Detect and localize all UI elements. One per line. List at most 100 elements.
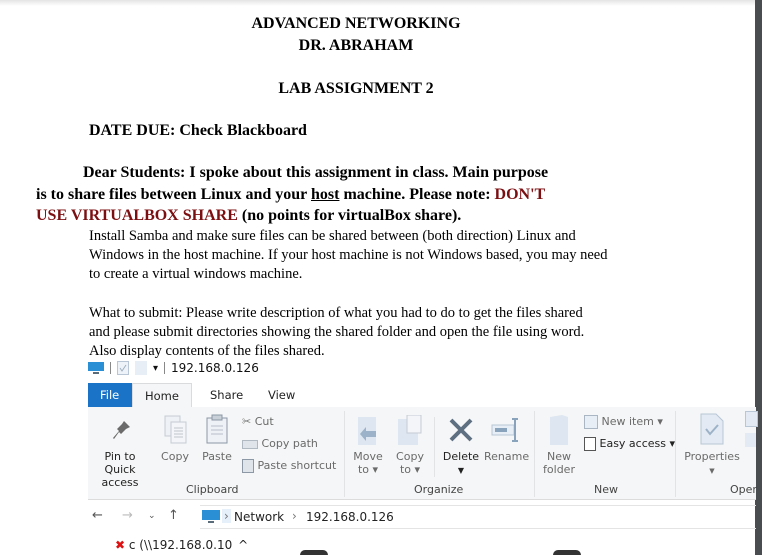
copy-path-icon [242,439,258,449]
paste-button[interactable]: Paste [198,450,236,463]
new-group-label: New [594,483,618,496]
group-divider [534,411,535,497]
breadcrumb-chevron-icon[interactable]: › [222,509,231,523]
ribbon-tabs: File Home Share View [88,383,756,409]
easy-access-icon [584,437,596,451]
intro-line-1: Dear Students: I spoke about this assign… [83,164,549,181]
breadcrumb-chevron-icon[interactable]: › [292,509,297,523]
button-label: Delete [442,450,480,463]
divider [164,362,166,374]
intro-line-3: USE VIRTUALBOX SHARE (no points for virt… [36,207,461,225]
button-label: Pin to Quick [104,450,136,476]
page-top-shadow [0,0,756,6]
disconnected-drive-icon: ✖ [115,538,126,552]
button-label: Cut [254,415,274,428]
properties-icon [700,413,724,445]
move-to-icon [358,417,376,445]
submit-line: and please submit directories showing th… [89,324,585,340]
new-item-button[interactable]: New item ▾ [584,415,663,429]
breadcrumb-host[interactable]: 192.168.0.126 [306,510,394,524]
delete-button[interactable]: Delete ▼ [438,450,484,477]
paste-shortcut-icon [242,459,254,473]
group-divider [675,411,676,497]
drive-icon[interactable] [300,550,328,555]
new-item-icon [584,415,598,429]
divider [110,362,111,374]
scissors-icon: ✂ [242,415,252,428]
dropdown-arrow-icon: ▼ [709,467,715,475]
button-label: New [547,450,571,463]
intro-text: is to share files between Linux and your [36,186,311,203]
viewer-scrollbar[interactable] [755,0,762,555]
assignment-title: LAB ASSIGNMENT 2 [278,80,434,97]
intro-text: machine. Please note: [339,186,495,203]
copy-to-icon [398,415,422,445]
cut-button[interactable]: ✂ Cut [242,415,274,428]
properties-button[interactable]: Properties ▼ [684,450,740,478]
new-folder-icon[interactable] [135,361,147,375]
instructor-name: DR. ABRAHAM [298,37,414,54]
button-label: Move [353,450,383,463]
quick-access-toolbar: ▾ 192.168.0.126 [88,360,259,376]
customize-toolbar-icon[interactable]: ▾ [153,363,158,374]
paste-shortcut-button[interactable]: Paste shortcut [242,459,336,473]
button-label: Paste shortcut [257,459,337,472]
instructions-line: to create a virtual windows machine. [89,266,303,282]
paste-icon [206,414,228,444]
submit-line: What to submit: Please write description… [89,305,583,321]
tab-view[interactable]: View [256,383,307,407]
intro-line-2: is to share files between Linux and your… [36,186,545,204]
new-folder-button[interactable]: New folder [540,450,578,476]
drive-icon[interactable] [553,550,581,555]
open-icon[interactable] [745,411,758,427]
pin-to-quick-access-button[interactable]: Pin to Quick access [88,450,152,489]
easy-access-button[interactable]: Easy access ▾ [584,437,675,451]
host-emphasis: host [311,186,340,203]
intro-text: (no points for virtualBox share). [237,207,462,224]
forward-arrow-icon[interactable]: → [122,508,133,523]
button-label: to ▾ [357,463,379,476]
new-folder-icon [550,415,568,445]
collapse-chevron-icon[interactable]: ^ [238,538,248,552]
rename-icon [491,418,518,442]
divider [434,417,435,477]
properties-check-icon[interactable] [117,361,129,375]
tab-file[interactable]: File [88,383,132,407]
window-title: 192.168.0.126 [171,361,259,375]
move-to-button[interactable]: Move to ▾ [350,450,386,476]
date-due: DATE DUE: Check Blackboard [89,122,307,139]
instructions-line: Windows in the host machine. If your hos… [89,247,608,263]
button-label: access [101,476,139,489]
button-label: to ▾ [399,463,421,476]
back-arrow-icon[interactable]: ← [92,508,103,523]
copy-path-button[interactable]: Copy path [242,437,318,450]
address-bar[interactable]: › Network › 192.168.0.126 [200,505,756,529]
copy-button[interactable]: Copy [158,450,192,463]
ribbon-home: Pin to Quick access Copy Paste ✂ Cut Copy… [88,407,758,500]
button-label: folder [543,463,575,476]
button-label: Easy access ▾ [599,437,676,450]
button-label: Copy [396,450,424,463]
nav-pane-item[interactable]: ✖ c (\\192.168.0.10 ^ [115,538,248,552]
rename-button[interactable]: Rename [484,450,529,463]
dropdown-arrow-icon: ▼ [457,466,465,475]
nav-item-label: c (\\192.168.0.10 [128,538,233,552]
organize-group-label: Organize [414,483,464,496]
course-title: ADVANCED NETWORKING [251,15,461,32]
recent-locations-icon[interactable]: ⌄ [148,511,156,521]
copy-to-button[interactable]: Copy to ▾ [392,450,428,476]
computer-icon [88,362,104,374]
clipboard-group-label: Clipboard [186,483,239,496]
button-label: Properties [684,450,740,463]
button-label: Copy path [261,437,318,450]
edit-icon[interactable] [745,433,756,447]
tab-home[interactable]: Home [132,383,192,409]
copy-icon [164,415,187,444]
up-arrow-icon[interactable]: ↑ [168,508,179,523]
submit-line: Also display contents of the files share… [89,343,325,359]
button-label: New item ▾ [601,415,663,428]
tab-share[interactable]: Share [198,383,255,407]
breadcrumb-network[interactable]: Network [234,510,284,524]
delete-x-icon [449,418,473,442]
group-divider [344,411,345,497]
